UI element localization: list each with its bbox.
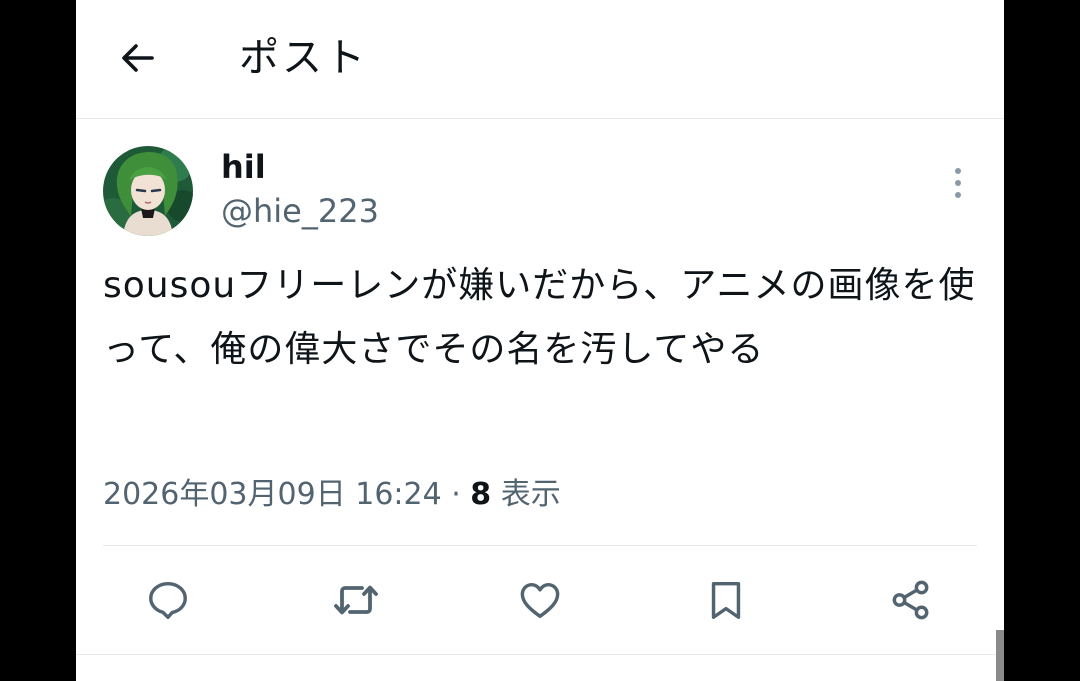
bookmark-button[interactable]	[701, 575, 751, 625]
arrow-left-icon	[122, 44, 154, 72]
avatar-image	[103, 146, 193, 236]
action-bar	[103, 565, 977, 635]
post-detail-screen: ポスト hil @hie_223 sousouフリーレンが嫌いだから、アニメの画…	[76, 0, 1004, 681]
avatar[interactable]	[103, 146, 193, 236]
reply-icon	[149, 581, 187, 619]
share-icon	[892, 580, 929, 620]
heart-icon	[520, 582, 560, 619]
like-button[interactable]	[515, 575, 565, 625]
top-bar: ポスト	[76, 0, 1004, 119]
author-handle[interactable]: @hie_223	[221, 190, 379, 232]
post-meta: 2026年03月09日 16:24 · 8 表示	[103, 472, 561, 518]
views-label: 表示	[491, 477, 561, 512]
post-text: sousouフリーレンが嫌いだから、アニメの画像を使って、俺の偉大さでその名を汚…	[103, 265, 976, 370]
author-display-name[interactable]: hil	[221, 146, 266, 188]
more-vertical-icon	[955, 168, 961, 198]
repost-button[interactable]	[331, 575, 381, 625]
bookmark-icon	[711, 581, 741, 619]
reply-button[interactable]	[143, 575, 193, 625]
page-title: ポスト	[239, 35, 368, 81]
bottom-divider	[76, 654, 1004, 655]
scrollbar[interactable]	[996, 630, 1004, 681]
back-button[interactable]	[114, 34, 162, 82]
meta-separator: ·	[441, 477, 471, 512]
more-options-button[interactable]	[938, 160, 978, 206]
views-count: 8	[470, 477, 492, 512]
post-timestamp[interactable]: 2026年03月09日 16:24	[103, 477, 442, 512]
divider	[103, 545, 977, 546]
share-button[interactable]	[886, 575, 936, 625]
repost-icon	[334, 585, 378, 615]
